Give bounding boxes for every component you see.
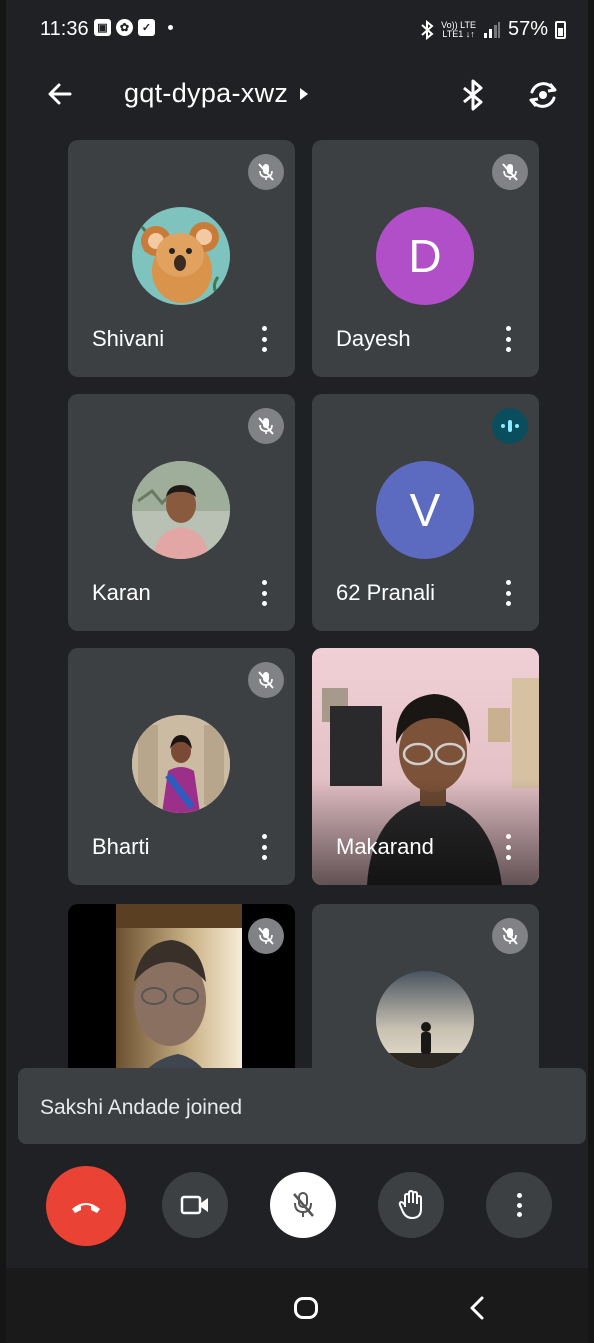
- more-vert-icon[interactable]: [503, 580, 513, 606]
- participant-tile-dayesh[interactable]: D Dayesh: [312, 140, 539, 377]
- avatar: [132, 461, 230, 559]
- meeting-code-button[interactable]: gqt-dypa-xwz: [124, 78, 309, 109]
- network-indicator: Vo)) LTE LTE1 ↓↑: [441, 20, 476, 39]
- participant-tile-pranali[interactable]: V 62 Pranali: [312, 394, 539, 631]
- mic-off-badge-icon: [248, 408, 284, 444]
- participant-name: Bharti: [92, 834, 150, 859]
- chevron-right-icon: [300, 87, 309, 100]
- more-vert-icon[interactable]: [503, 834, 513, 860]
- participant-name: Makarand: [336, 834, 434, 859]
- mic-off-badge-icon: [248, 662, 284, 698]
- nav-back-icon[interactable]: [462, 1292, 494, 1324]
- end-call-button[interactable]: [46, 1166, 126, 1246]
- participant-name: Shivani: [92, 326, 165, 351]
- notification-icons: ▣ ✿ ✓: [94, 19, 173, 36]
- participant-tile-bharti[interactable]: Bharti: [68, 648, 295, 885]
- bluetooth-icon[interactable]: [458, 78, 488, 112]
- raise-hand-icon: [398, 1190, 422, 1219]
- speaking-indicator-icon: [492, 408, 528, 444]
- status-bar: 11:36 ▣ ✿ ✓ Vo)) LTE LTE1 ↓↑ 57%: [6, 0, 588, 56]
- app-notification-icon: ✿: [116, 19, 133, 36]
- bluetooth-status-icon: [421, 19, 434, 40]
- avatar: [132, 207, 230, 305]
- more-vert-icon[interactable]: [503, 326, 513, 352]
- mic-off-badge-icon: [248, 918, 284, 954]
- participant-name: Dayesh: [336, 326, 411, 351]
- battery-percent: 57%: [507, 18, 548, 40]
- system-status-icons: Vo)) LTE LTE1 ↓↑ 57%: [420, 18, 566, 41]
- letter-avatar: D: [376, 207, 474, 305]
- camera-icon: [180, 1195, 208, 1215]
- signal-strength-icon: [483, 21, 500, 38]
- gallery-notification-icon: ▣: [94, 19, 111, 36]
- participant-tile-karan[interactable]: Karan: [68, 394, 295, 631]
- mic-off-badge-icon: [492, 154, 528, 190]
- more-vert-icon[interactable]: [259, 580, 269, 606]
- network-label-bottom: LTE1 ↓↑: [442, 28, 475, 39]
- raise-hand-button[interactable]: [378, 1172, 444, 1238]
- avatar: [132, 715, 230, 813]
- participant-name: Karan: [92, 580, 151, 605]
- more-vert-icon[interactable]: [259, 326, 269, 352]
- home-button-icon[interactable]: [294, 1297, 318, 1319]
- meeting-code: gqt-dypa-xwz: [124, 78, 289, 108]
- more-vert-icon[interactable]: [259, 834, 269, 860]
- mic-toggle-button[interactable]: [270, 1172, 336, 1238]
- more-options-button[interactable]: [486, 1172, 552, 1238]
- meeting-header: gqt-dypa-xwz: [6, 62, 588, 126]
- status-time: 11:36: [40, 18, 89, 40]
- meet-call-screen: 11:36 ▣ ✿ ✓ Vo)) LTE LTE1 ↓↑ 57% gqt-dyp…: [6, 0, 588, 1343]
- more-notifications-dot-icon: [168, 25, 173, 30]
- join-notification-toast: Sakshi Andade joined: [18, 1068, 586, 1144]
- mic-off-icon: [293, 1192, 314, 1217]
- participant-tile-shivani[interactable]: Shivani: [68, 140, 295, 377]
- battery-icon: [555, 20, 566, 39]
- avatar: [376, 971, 474, 1069]
- mic-off-badge-icon: [492, 918, 528, 954]
- participant-name: 62 Pranali: [336, 580, 436, 605]
- system-navigation-bar: [6, 1268, 588, 1343]
- switch-camera-icon[interactable]: [526, 78, 560, 112]
- back-arrow-icon[interactable]: [42, 76, 78, 112]
- check-notification-icon: ✓: [138, 19, 155, 36]
- letter-avatar: V: [376, 461, 474, 559]
- more-options-icon: [516, 1193, 522, 1217]
- participant-tile-makarand[interactable]: Makarand: [312, 648, 539, 885]
- camera-toggle-button[interactable]: [162, 1172, 228, 1238]
- end-call-icon: [72, 1203, 100, 1213]
- mic-off-badge-icon: [248, 154, 284, 190]
- call-controls: [6, 1166, 588, 1256]
- toast-message: Sakshi Andade joined: [40, 1096, 242, 1119]
